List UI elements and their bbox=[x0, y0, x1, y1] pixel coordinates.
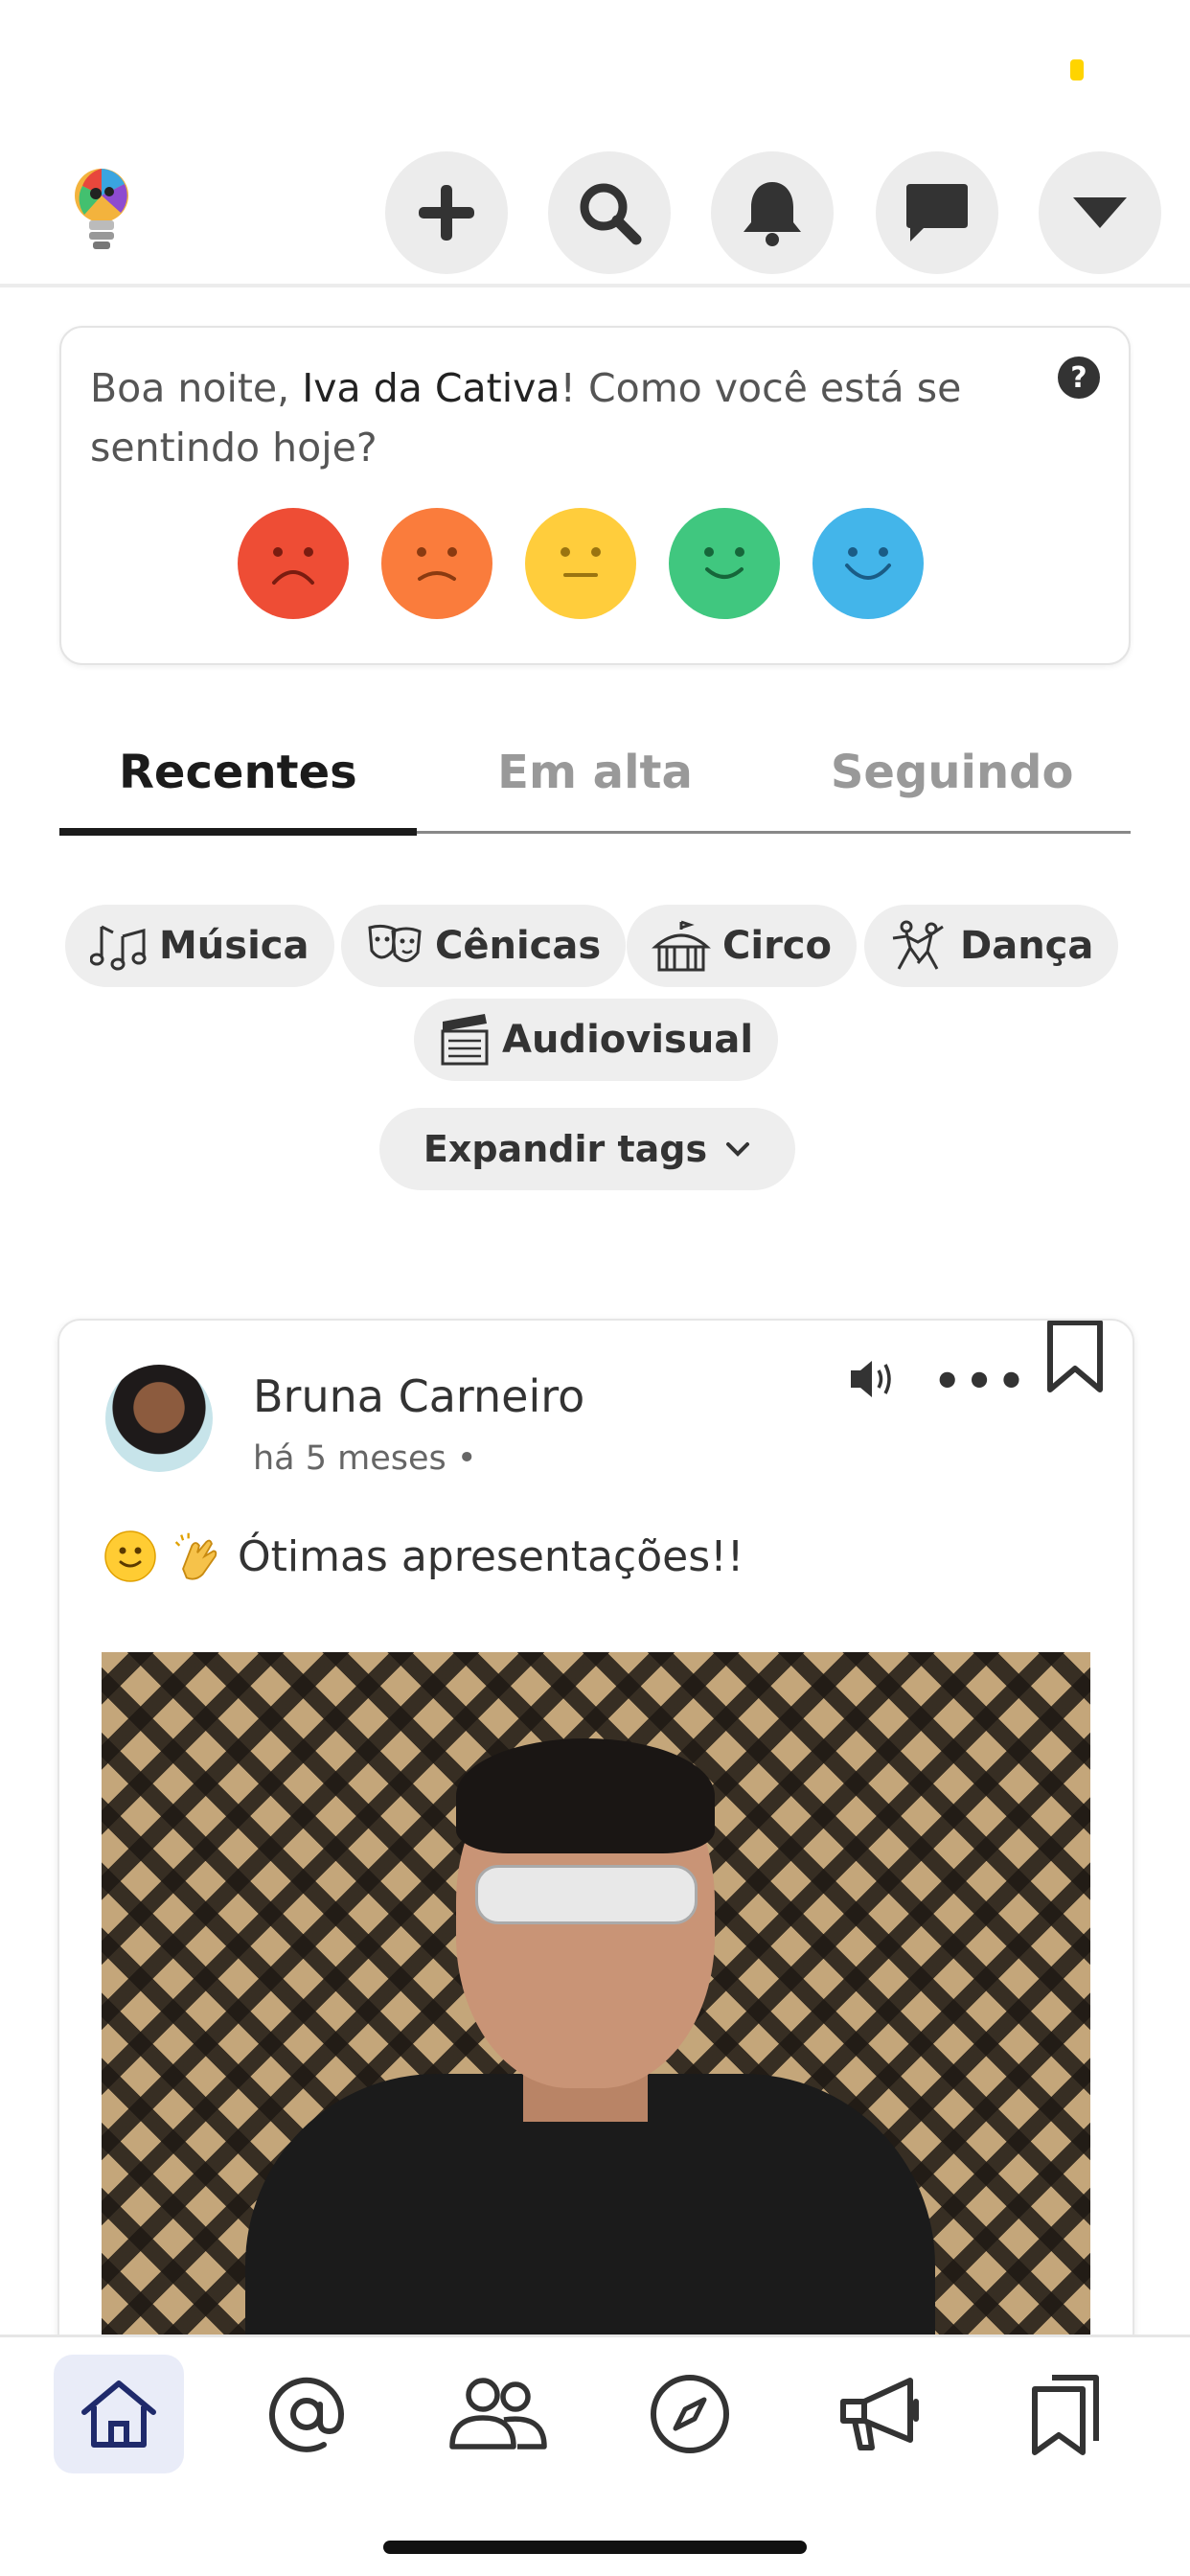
tag-label: Música bbox=[159, 924, 309, 968]
tag-musica[interactable]: Música bbox=[65, 905, 334, 987]
messages-button[interactable] bbox=[876, 151, 998, 274]
slightly-smiling-face-icon bbox=[103, 1530, 157, 1583]
mood-sad-button[interactable] bbox=[381, 508, 492, 619]
nav-home[interactable] bbox=[54, 2355, 184, 2473]
top-header bbox=[0, 144, 1190, 288]
tag-cenicas[interactable]: Cênicas bbox=[341, 905, 627, 987]
neutral-face-icon bbox=[561, 547, 601, 577]
lightbulb-logo-icon[interactable] bbox=[73, 163, 130, 259]
bookmark-icon[interactable] bbox=[1044, 1321, 1106, 1397]
expand-tags-button[interactable]: Expandir tags bbox=[379, 1108, 795, 1190]
search-icon bbox=[580, 183, 642, 245]
dancers-icon bbox=[892, 920, 944, 970]
menu-dropdown-button[interactable] bbox=[1039, 151, 1161, 274]
clapperboard-icon bbox=[441, 1014, 489, 1066]
chevron-down-icon bbox=[726, 1142, 750, 1157]
mood-very-sad-button[interactable] bbox=[238, 508, 349, 619]
expand-tags-label: Expandir tags bbox=[423, 1128, 708, 1170]
nav-groups[interactable] bbox=[433, 2355, 563, 2473]
clapping-hands-icon bbox=[171, 1530, 224, 1583]
mood-happy-button[interactable] bbox=[669, 508, 780, 619]
greeting-prefix: Boa noite, bbox=[90, 365, 303, 411]
tag-audiovisual[interactable]: Audiovisual bbox=[414, 999, 779, 1081]
photo-person-hair bbox=[456, 1738, 715, 1853]
tab-seguindo[interactable]: Seguindo bbox=[773, 738, 1131, 831]
tab-em-alta[interactable]: Em alta bbox=[417, 738, 774, 831]
nav-announcements[interactable] bbox=[814, 2355, 945, 2473]
megaphone-icon bbox=[840, 2378, 919, 2450]
post-time: há 5 meses • bbox=[253, 1439, 477, 1478]
user-name: Iva da Cativa bbox=[302, 365, 561, 411]
at-sign-icon bbox=[269, 2377, 345, 2452]
tag-danca[interactable]: Dança bbox=[864, 905, 1119, 987]
status-indicator bbox=[1070, 59, 1084, 80]
add-button[interactable] bbox=[385, 151, 508, 274]
mood-check-card: Boa noite, Iva da Cativa! Como você está… bbox=[59, 326, 1131, 665]
bell-icon bbox=[744, 182, 801, 246]
more-options-button[interactable]: ••• bbox=[933, 1355, 1029, 1407]
notifications-button[interactable] bbox=[711, 151, 834, 274]
compass-icon bbox=[651, 2375, 729, 2453]
very-happy-face-icon bbox=[845, 547, 891, 580]
mood-neutral-button[interactable] bbox=[525, 508, 636, 619]
photo-person-glasses bbox=[475, 1865, 698, 1924]
feed-tabs: Recentes Em alta Seguindo bbox=[59, 738, 1131, 836]
mood-options bbox=[238, 508, 924, 619]
music-notes-icon bbox=[90, 925, 147, 971]
tag-label: Audiovisual bbox=[502, 1018, 754, 1062]
caret-down-icon bbox=[1073, 197, 1127, 228]
very-sad-face-icon bbox=[272, 547, 314, 585]
theater-masks-icon bbox=[368, 924, 422, 962]
tag-label: Circo bbox=[722, 924, 832, 968]
circus-tent-icon bbox=[652, 920, 711, 972]
post-author[interactable]: Bruna Carneiro bbox=[253, 1370, 584, 1422]
nav-explore[interactable] bbox=[625, 2355, 755, 2473]
post-body: Ótimas apresentações!! bbox=[103, 1530, 744, 1583]
post-photo[interactable] bbox=[102, 1652, 1090, 2342]
tag-circo[interactable]: Circo bbox=[627, 905, 857, 987]
tag-label: Dança bbox=[960, 924, 1094, 968]
help-icon[interactable]: ? bbox=[1058, 356, 1100, 399]
mood-very-happy-button[interactable] bbox=[812, 508, 924, 619]
nav-saved[interactable] bbox=[1000, 2355, 1131, 2473]
chat-icon bbox=[906, 184, 968, 242]
bottom-navigation bbox=[0, 2334, 1190, 2576]
happy-face-icon bbox=[704, 547, 744, 579]
sad-face-icon bbox=[417, 547, 457, 581]
mood-greeting: Boa noite, Iva da Cativa! Como você está… bbox=[90, 358, 1010, 477]
tag-label: Cênicas bbox=[435, 924, 602, 968]
speaker-icon[interactable] bbox=[847, 1355, 901, 1407]
plus-icon bbox=[419, 185, 474, 241]
search-button[interactable] bbox=[548, 151, 671, 274]
post-text: Ótimas apresentações!! bbox=[238, 1531, 744, 1581]
bookmarks-icon bbox=[1032, 2375, 1099, 2455]
avatar[interactable] bbox=[105, 1365, 213, 1472]
nav-mentions[interactable] bbox=[241, 2355, 372, 2473]
home-icon bbox=[81, 2380, 156, 2448]
home-indicator bbox=[383, 2541, 807, 2554]
tab-recentes[interactable]: Recentes bbox=[59, 738, 417, 836]
users-icon bbox=[449, 2378, 547, 2450]
